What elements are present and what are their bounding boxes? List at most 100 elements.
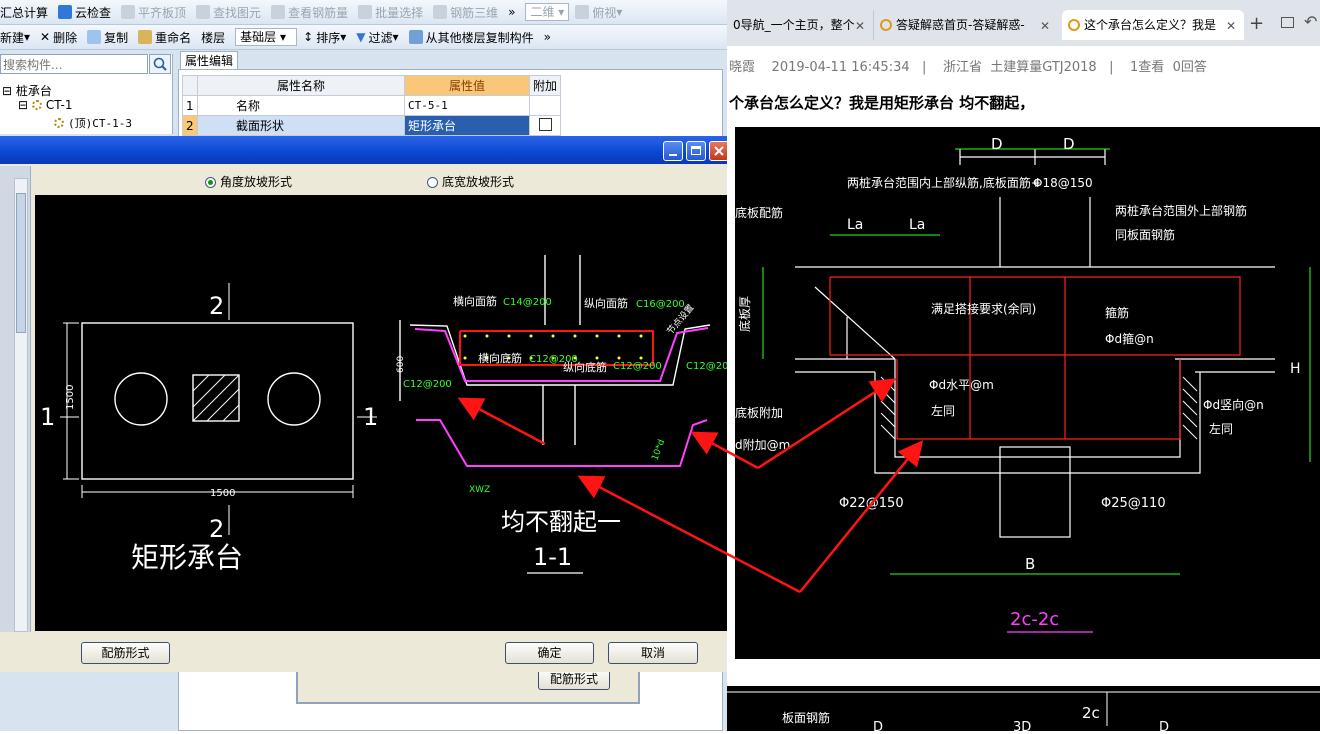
cad-bar2: Φ25@110 [1101,496,1166,511]
rebar-form-button[interactable]: 配筋形式 [81,642,170,664]
floor-select-value: 基础层 [240,30,277,44]
scroll-thumb[interactable] [16,193,26,333]
new-button[interactable]: 新建 ▾ [0,29,30,46]
table-row[interactable]: 1 名称 CT-5-1 [182,95,561,116]
table-row[interactable]: 2 截面形状 矩形承台 [182,115,561,136]
cancel-button[interactable]: 取消 [608,642,698,664]
summary-label: 汇总计算 [0,5,49,20]
ok-button[interactable]: 确定 [505,642,594,664]
tab-property-edit[interactable]: 属性编辑 [180,51,238,69]
radio-angle-slope[interactable]: 角度放坡形式 [205,173,292,190]
search-icon[interactable] [149,54,171,74]
browser-tab-1[interactable]: 0导航_一个主页，整个 [727,10,873,40]
row-value[interactable]: CT-5-1 [404,95,530,116]
attached-cad-image-2: 板面钢筋 2c 3D D D [727,686,1320,734]
overflow-chevron-icon-2[interactable]: » [544,30,551,44]
drawing-title: 矩形承台 [131,541,243,574]
overflow-chevron-icon[interactable]: » [508,5,515,19]
cad-d2: D [1063,135,1075,153]
filter-button[interactable]: ▼ 过滤 ▾ [356,29,398,46]
undo-icon[interactable]: ↶ [1304,12,1317,31]
row-extra [529,95,561,116]
cad-bar1: Φ22@150 [839,496,904,511]
align-slab-label: 平齐板顶 [138,5,187,20]
align-slab-button[interactable]: 平齐板顶 [121,4,186,21]
cad-la1: La [847,217,863,233]
new-label: 新建 [0,30,25,45]
search-input[interactable]: 搜索构件... [0,54,148,74]
batch-select-button[interactable]: 批量选择 [358,4,423,21]
delete-button[interactable]: ✕ 删除 [40,29,77,46]
rename-label: 重命名 [155,30,192,45]
rename-button[interactable]: 重命名 [138,29,191,46]
rebar-3d-icon [433,5,448,19]
handwritten-note: 均不翻起一 [501,508,621,536]
browser-tab-2[interactable]: 答疑解惑首页-答疑解惑- [873,10,1061,40]
maximize-icon[interactable] [686,141,706,161]
copy-floor-icon [408,30,423,44]
post-software: 土建算量GTJ2018 [990,60,1097,75]
cad-right2: 左同 [1209,421,1233,436]
floor-select[interactable]: 基础层 ▾ [235,28,298,46]
view-dropdown-value: 二维 [530,5,555,19]
cad-note2b: 同板面钢筋 [1115,227,1175,242]
browser-tab-active[interactable]: 这个承台怎么定义？我是 [1062,10,1244,40]
collapse-icon-2[interactable]: ⊟ [18,98,32,112]
cad-section: 2c-2c [1010,609,1059,630]
find-element-label: 查找图元 [213,5,262,20]
scrollbar[interactable] [14,178,28,632]
tab-close-icon-3[interactable]: ✕ [1226,19,1236,33]
dim-width: 1500 [210,488,235,499]
post-date: 2019-04-11 16:45:34 [771,60,910,75]
filter-icon: ▼ [356,30,366,44]
value-top-h: C14@200 [503,297,552,308]
minimize-icon[interactable] [663,141,683,161]
row-value[interactable]: 矩形承台 [404,115,530,136]
view-mode-button[interactable]: 俯视 ▾ [575,4,622,21]
row-extra [529,115,561,136]
tree-item-root[interactable]: ⊟ 桩承台 [2,82,52,99]
collapse-icon[interactable]: ⊟ [2,84,16,98]
close-icon[interactable] [709,141,729,161]
pile-cap-drawing: 2 2 1 1 1500 1500 矩形承台 横向面筋 C14@200 纵向面筋… [40,255,735,574]
tree-item-ct1[interactable]: ⊟ CT-1 [18,98,72,112]
page-gap [727,659,1320,686]
section-mark-right: 1 [363,403,378,431]
radio-unchecked-icon[interactable] [427,177,438,188]
cad-note1-value: Φ18@150 [1033,176,1093,190]
find-element-button[interactable]: 查找图元 [196,4,261,21]
rename-icon [138,30,153,44]
cloud-check-label: 云检查 [75,5,112,20]
rebar-3d-button[interactable]: 钢筋三维 [433,4,498,21]
label-top-v: 纵向面筋 [584,296,628,310]
row-number: 1 [182,95,198,116]
label-bot-v: 纵向底筋 [563,360,607,374]
summary-button[interactable]: 汇总计算 [0,4,48,21]
copy-button[interactable]: 复制 [87,29,128,46]
tree-item-leaf[interactable]: (顶)CT-1-3 [54,115,132,131]
cloud-check-button[interactable]: 云检查 [58,4,111,21]
radio-width-slope[interactable]: 底宽放坡形式 [427,173,514,190]
view-dropdown[interactable]: 二维 ▾ [525,3,570,21]
copy-from-floor-button[interactable]: 从其他楼层复制构件 [408,29,534,46]
radio-checked-icon[interactable] [205,177,216,188]
site-favicon-2 [1068,19,1080,31]
view-rebar-button[interactable]: 查看钢筋量 [271,4,348,21]
grid-corner [182,75,198,96]
label-top-h: 横向面筋 [453,294,497,308]
tab-overview-icon[interactable] [1281,17,1294,28]
dialog-titlebar[interactable] [0,136,733,164]
post-author[interactable]: 晓霞 [729,60,755,75]
tab-close-icon-2[interactable]: ✕ [1040,19,1050,33]
cad-mid5: 左同 [931,403,955,418]
tab-1-label: 0导航_一个主页，整个 [733,18,855,32]
copy-label: 复制 [104,30,129,45]
tab-3-label: 这个承台怎么定义？我是 [1084,18,1217,32]
sort-button[interactable]: ↕ 排序 ▾ [303,29,346,46]
tab-close-icon-1[interactable]: ✕ [855,19,865,33]
section-mark-left: 1 [40,403,55,431]
post-title: 个承台怎么定义？我是用矩形承台 均不翻起， [729,94,1035,112]
checkbox[interactable] [539,117,552,131]
radio-width-label: 底宽放坡形式 [442,175,515,189]
new-tab-icon[interactable]: + [1249,13,1264,34]
